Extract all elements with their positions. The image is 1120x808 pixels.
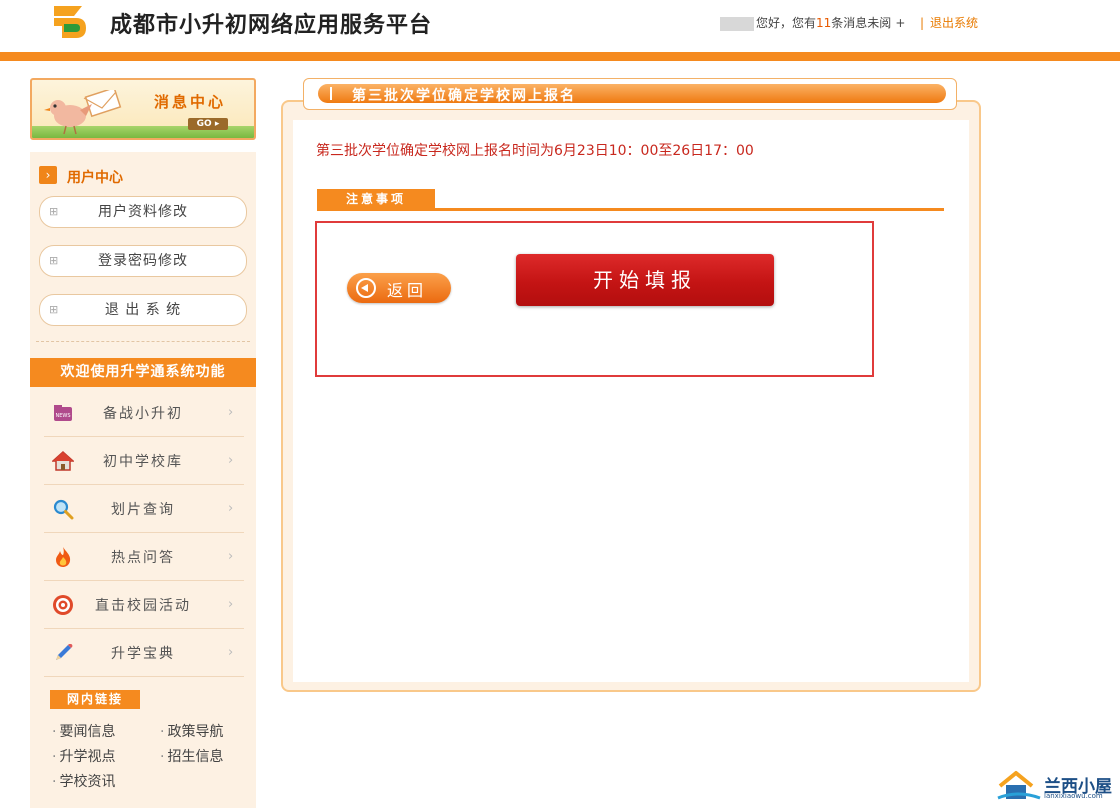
menu-label[interactable]: 升学宝典 [88, 643, 198, 663]
link-label[interactable]: 要闻信息 [59, 724, 115, 740]
separator: | [920, 16, 925, 30]
link-policy[interactable]: · 政策导航 [160, 721, 223, 741]
watermark-sub: lanxixiaowu.com [1044, 792, 1103, 800]
chevron-right-icon: › [228, 453, 234, 468]
header-orange-bar [0, 52, 1120, 61]
expand-plus-icon[interactable]: + [895, 16, 905, 30]
menu-item-district-query[interactable]: 划片查询 › [44, 485, 244, 533]
menu-item-campus-activity[interactable]: 直击校园活动 › [44, 581, 244, 629]
fire-icon [56, 547, 71, 567]
chevron-right-icon: › [228, 645, 234, 660]
registration-time-notice: 第三批次学位确定学校网上报名时间为6月23日10：00至26日17：00 [316, 143, 754, 159]
pencil-icon [56, 644, 73, 660]
attention-underline [317, 208, 944, 211]
chevron-right-icon: › [228, 501, 234, 516]
page-tab-pill: 第三批次学位确定学校网上报名 [318, 84, 946, 104]
logout-label[interactable]: 退出系统 [930, 16, 978, 30]
menu-label[interactable]: 备战小升初 [88, 403, 198, 423]
menu-item-prepare[interactable]: NEWS 备战小升初 › [44, 389, 244, 437]
page-tab: 第三批次学位确定学校网上报名 [303, 78, 957, 110]
internal-links-title: 网内链接 [50, 690, 140, 709]
edit-profile-button[interactable]: ⊞ 用户资料修改 [39, 196, 247, 228]
menu-label[interactable]: 初中学校库 [88, 451, 198, 471]
news-icon: NEWS [54, 405, 72, 421]
greeting-post: 条消息未阅 [831, 16, 892, 30]
tab-bar-mark [330, 87, 332, 100]
user-info: 您好，您有11条消息未阅 + [720, 14, 905, 31]
chevron-right-icon: › [228, 549, 234, 564]
search-icon [53, 499, 74, 520]
link-label[interactable]: 招生信息 [167, 749, 223, 765]
link-label[interactable]: 升学视点 [59, 749, 115, 765]
logout-button[interactable]: ⊞ 退 出 系 统 [39, 294, 247, 326]
divider [36, 341, 250, 342]
link-school-news[interactable]: · 学校资讯 [52, 771, 115, 791]
menu-item-hot-qa[interactable]: 热点问答 › [44, 533, 244, 581]
chevron-right-icon: › [228, 597, 234, 612]
sidebar: › 用户中心 ⊞ 用户资料修改 ⊞ 登录密码修改 ⊞ 退 出 系 统 欢迎使用升… [30, 152, 256, 808]
link-news[interactable]: · 要闻信息 [52, 721, 115, 741]
back-button[interactable]: 返回 [347, 273, 451, 303]
go-button[interactable]: GO ▸ [188, 118, 228, 130]
bullet: · [52, 749, 57, 765]
house-icon [52, 450, 74, 471]
bullet: · [160, 724, 165, 740]
message-center-title: 消息中心 [154, 93, 227, 111]
menu-label[interactable]: 热点问答 [88, 547, 198, 567]
site-title: 成都市小升初网络应用服务平台 [110, 13, 433, 38]
logout-button-label[interactable]: 退 出 系 统 [40, 295, 246, 325]
link-label[interactable]: 政策导航 [167, 724, 223, 740]
bullet: · [160, 749, 165, 765]
page-title: 第三批次学位确定学校网上报名 [352, 88, 576, 104]
username-redacted [720, 16, 754, 31]
header: 成都市小升初网络应用服务平台 您好，您有11条消息未阅 + | 退出系统 [0, 0, 1120, 52]
svg-text:NEWS: NEWS [55, 413, 70, 419]
menu-item-guide[interactable]: 升学宝典 › [44, 629, 244, 677]
logo-icon [54, 6, 86, 38]
link-viewpoint[interactable]: · 升学视点 [52, 746, 115, 766]
bullet: · [52, 724, 57, 740]
greeting-pre: 您好，您有 [756, 16, 817, 30]
functions-title: 欢迎使用升学通系统功能 [30, 358, 256, 387]
go-label[interactable]: GO [197, 119, 212, 129]
house-logo-icon [997, 771, 1041, 800]
change-password-button[interactable]: ⊞ 登录密码修改 [39, 245, 247, 277]
logout-link[interactable]: | 退出系统 [920, 14, 978, 31]
chevron-right-icon: › [228, 405, 234, 420]
back-arrow-icon [356, 278, 376, 298]
message-center-banner[interactable]: 消息中心 GO ▸ [30, 78, 256, 140]
user-center-title: 用户中心 [67, 170, 123, 186]
link-label[interactable]: 学校资讯 [59, 774, 115, 790]
arrow-right-icon: › [39, 166, 57, 184]
start-fill-button[interactable]: 开始填报 [516, 254, 774, 306]
watermark: 兰西小屋 lanxixiaowu.com [996, 770, 1116, 804]
unread-count[interactable]: 11 [816, 16, 831, 30]
target-icon [53, 595, 73, 615]
menu-label[interactable]: 划片查询 [88, 499, 198, 519]
bird-envelope-icon [44, 90, 122, 135]
link-enrollment[interactable]: · 招生信息 [160, 746, 223, 766]
attention-tab: 注意事项 [317, 189, 435, 210]
change-password-label[interactable]: 登录密码修改 [40, 246, 246, 276]
back-button-label[interactable]: 返回 [387, 277, 427, 301]
bullet: · [52, 774, 57, 790]
edit-profile-label[interactable]: 用户资料修改 [40, 197, 246, 227]
menu-item-school-library[interactable]: 初中学校库 › [44, 437, 244, 485]
menu-label[interactable]: 直击校园活动 [88, 595, 198, 615]
